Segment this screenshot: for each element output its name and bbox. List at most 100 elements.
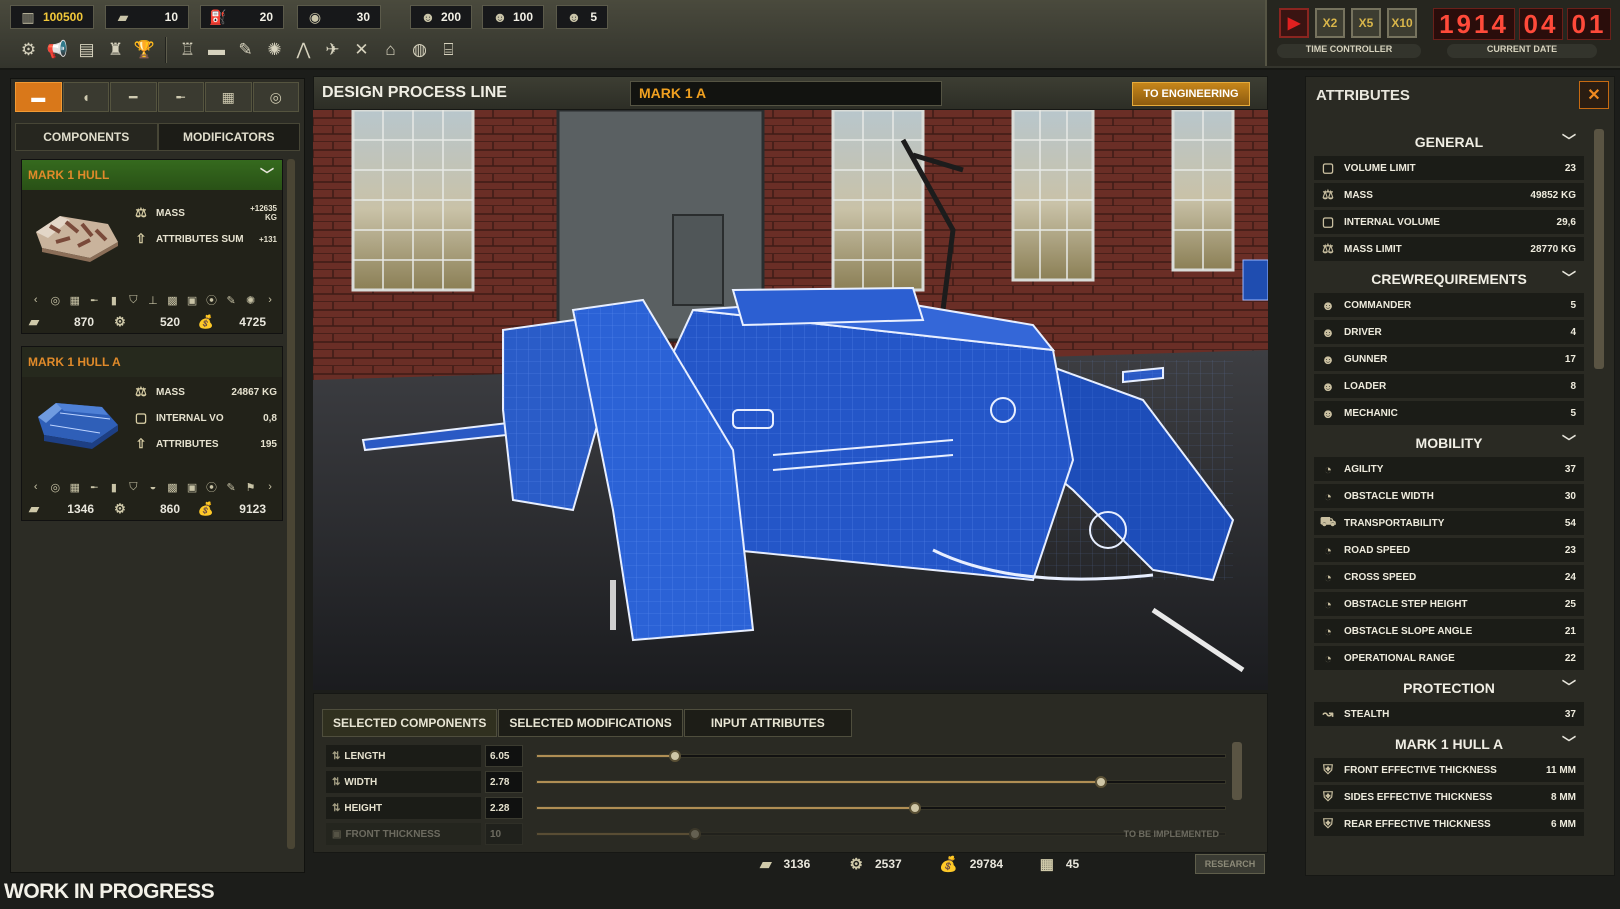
- ammo-icon: ▮: [110, 294, 117, 307]
- design-area: DESIGN PROCESS LINE MARK 1 A TO ENGINEER…: [313, 76, 1268, 876]
- tools-icon[interactable]: ✕: [347, 36, 376, 64]
- width-slider-handle[interactable]: [1095, 776, 1108, 788]
- chevron-left-icon[interactable]: ‹: [26, 294, 46, 306]
- machinegun-category-icon[interactable]: ╾: [157, 82, 204, 112]
- attribute-row: ◔ OBSTACLE WIDTH 30: [1314, 484, 1584, 508]
- engineer-icon: ☻: [420, 9, 436, 25]
- date-year: 1914: [1433, 8, 1515, 40]
- tank-3d-viewport[interactable]: [313, 110, 1268, 690]
- chevron-down-icon[interactable]: ﹀: [1562, 268, 1576, 288]
- tab-selected-components[interactable]: SELECTED COMPONENTS: [322, 709, 498, 737]
- close-button[interactable]: ✕: [1579, 81, 1609, 109]
- tank-icon[interactable]: ▬: [202, 36, 231, 64]
- attributes-scrollbar[interactable]: [1594, 129, 1604, 369]
- crew-icon: ☻: [1321, 297, 1335, 313]
- attribute-label: LOADER: [1344, 380, 1387, 392]
- gear-icon: ⚙: [849, 856, 863, 873]
- component-list-scrollbar[interactable]: [287, 159, 295, 849]
- front-thickness-value-field: 10: [485, 823, 523, 845]
- speed-x2-button[interactable]: X2: [1315, 8, 1345, 38]
- trophy-icon[interactable]: 🏆: [130, 36, 159, 64]
- tab-components[interactable]: COMPONENTS: [15, 123, 158, 151]
- compass-icon[interactable]: ⋀: [289, 36, 318, 64]
- money-bag-icon: 💰: [197, 314, 215, 329]
- personnel-icon[interactable]: ♜: [101, 36, 130, 64]
- cog-icon[interactable]: ✺: [260, 36, 289, 64]
- chevron-right-icon[interactable]: ›: [260, 481, 280, 493]
- speed-x10-button[interactable]: X10: [1387, 8, 1417, 38]
- component-card-mark1-hull[interactable]: MARK 1 HULL ﹀ ⚖ MASS +12635 KG ⇧ ATTRIBU…: [21, 159, 283, 334]
- turret-category-icon[interactable]: ◖: [62, 82, 109, 112]
- attribute-group-header[interactable]: MARK 1 HULL A ﹀: [1314, 730, 1584, 758]
- documents-icon[interactable]: ▤: [72, 36, 101, 64]
- attribute-row: ◔ CROSS SPEED 24: [1314, 565, 1584, 589]
- attribute-group-header[interactable]: CREWREQUIREMENTS ﹀: [1314, 265, 1584, 293]
- hull-blueprint-image: [38, 403, 118, 449]
- up-down-arrows-icon[interactable]: ⇅: [332, 777, 340, 788]
- attribute-label: STEALTH: [1344, 708, 1390, 720]
- attribute-group-header[interactable]: GENERAL ﹀: [1314, 128, 1584, 156]
- attribute-label: OBSTACLE WIDTH: [1344, 490, 1434, 502]
- design-name-field[interactable]: MARK 1 A: [630, 81, 942, 106]
- research-button[interactable]: RESEARCH: [1195, 854, 1265, 874]
- globe-icon[interactable]: ◍: [405, 36, 434, 64]
- play-button[interactable]: ▶: [1279, 8, 1309, 38]
- bank-icon[interactable]: ⌸: [434, 36, 463, 64]
- attribute-label: MASS: [1344, 189, 1373, 201]
- plane-icon[interactable]: ✈: [318, 36, 347, 64]
- tab-modificators[interactable]: MODIFICATORS: [157, 123, 300, 151]
- chevron-down-icon[interactable]: ﹀: [1562, 432, 1576, 452]
- attribute-group-header[interactable]: PROTECTION ﹀: [1314, 674, 1584, 702]
- radio-icon: ⦿: [206, 482, 218, 494]
- width-value-field[interactable]: 2.78: [485, 771, 523, 793]
- chevron-right-icon[interactable]: ›: [260, 294, 280, 306]
- slider-length: ⇅ LENGTH 6.05: [326, 744, 1241, 768]
- width-slider-track[interactable]: [536, 776, 1226, 788]
- resource-steel: ▰ 10: [105, 5, 189, 29]
- speed-x5-button[interactable]: X5: [1351, 8, 1381, 38]
- total-parts: ⚙ 2537: [849, 856, 902, 873]
- length-slider-handle[interactable]: [668, 750, 681, 762]
- factory-icon[interactable]: ♖: [173, 36, 202, 64]
- attribute-label: REAR EFFECTIVE THICKNESS: [1344, 818, 1491, 830]
- resource-workers: ☻ 100: [482, 5, 544, 29]
- chevron-down-icon[interactable]: ﹀: [260, 165, 274, 185]
- hull-category-icon[interactable]: ▬: [15, 82, 62, 112]
- money-bag-icon: 💰: [197, 501, 215, 516]
- height-value-field[interactable]: 2.28: [485, 797, 523, 819]
- cannon-category-icon[interactable]: ━: [110, 82, 157, 112]
- up-down-arrows-icon[interactable]: ⇅: [332, 751, 340, 762]
- component-header[interactable]: MARK 1 HULL ﹀: [22, 160, 282, 190]
- length-value-field[interactable]: 6.05: [485, 745, 523, 767]
- attribute-value: 24: [1564, 571, 1576, 583]
- tab-input-attributes[interactable]: INPUT ATTRIBUTES: [683, 709, 852, 737]
- settings-gear-icon[interactable]: ⚙: [14, 36, 43, 64]
- attribute-value: 11 MM: [1545, 764, 1576, 776]
- attributes-list: GENERAL ﹀ ▢ VOLUME LIMIT 23 ⚖ MASS 49852 KG ▢ INT…: [1314, 124, 1584, 839]
- attribute-row: ◔ OBSTACLE STEP HEIGHT 25: [1314, 592, 1584, 616]
- to-engineering-button[interactable]: TO ENGINEERING: [1132, 82, 1250, 106]
- parameters-scrollbar[interactable]: [1232, 742, 1242, 800]
- track-category-icon[interactable]: ◎: [252, 82, 299, 112]
- engine-category-icon[interactable]: ▦: [205, 82, 252, 112]
- steel-icon: ▰: [117, 8, 129, 25]
- house-icon[interactable]: ⌂: [376, 36, 405, 64]
- component-header[interactable]: MARK 1 HULL A: [22, 347, 282, 377]
- attribute-group-header[interactable]: MOBILITY ﹀: [1314, 429, 1584, 457]
- wrench-icon[interactable]: ✎: [231, 36, 260, 64]
- tab-selected-modifications[interactable]: SELECTED MODIFICATIONS: [498, 709, 683, 737]
- chevron-down-icon[interactable]: ﹀: [1562, 677, 1576, 697]
- attribute-row: ◔ OPERATIONAL RANGE 22: [1314, 646, 1584, 670]
- attribute-row: ◔ AGILITY 37: [1314, 457, 1584, 481]
- height-slider-track[interactable]: [536, 802, 1226, 814]
- officer-icon: ☻: [566, 9, 582, 25]
- up-down-arrows-icon[interactable]: ⇅: [332, 803, 340, 814]
- chevron-down-icon[interactable]: ﹀: [1562, 131, 1576, 151]
- megaphone-icon[interactable]: 📢: [43, 36, 72, 64]
- height-slider-handle[interactable]: [909, 802, 922, 814]
- flag-icon: ⚑: [245, 481, 256, 494]
- chevron-left-icon[interactable]: ‹: [26, 481, 46, 493]
- component-card-mark1-hull-a[interactable]: MARK 1 HULL A ⚖ MASS 24867 KG ▢ INTERNAL…: [21, 346, 283, 521]
- length-slider-track[interactable]: [536, 750, 1226, 762]
- chevron-down-icon[interactable]: ﹀: [1562, 733, 1576, 753]
